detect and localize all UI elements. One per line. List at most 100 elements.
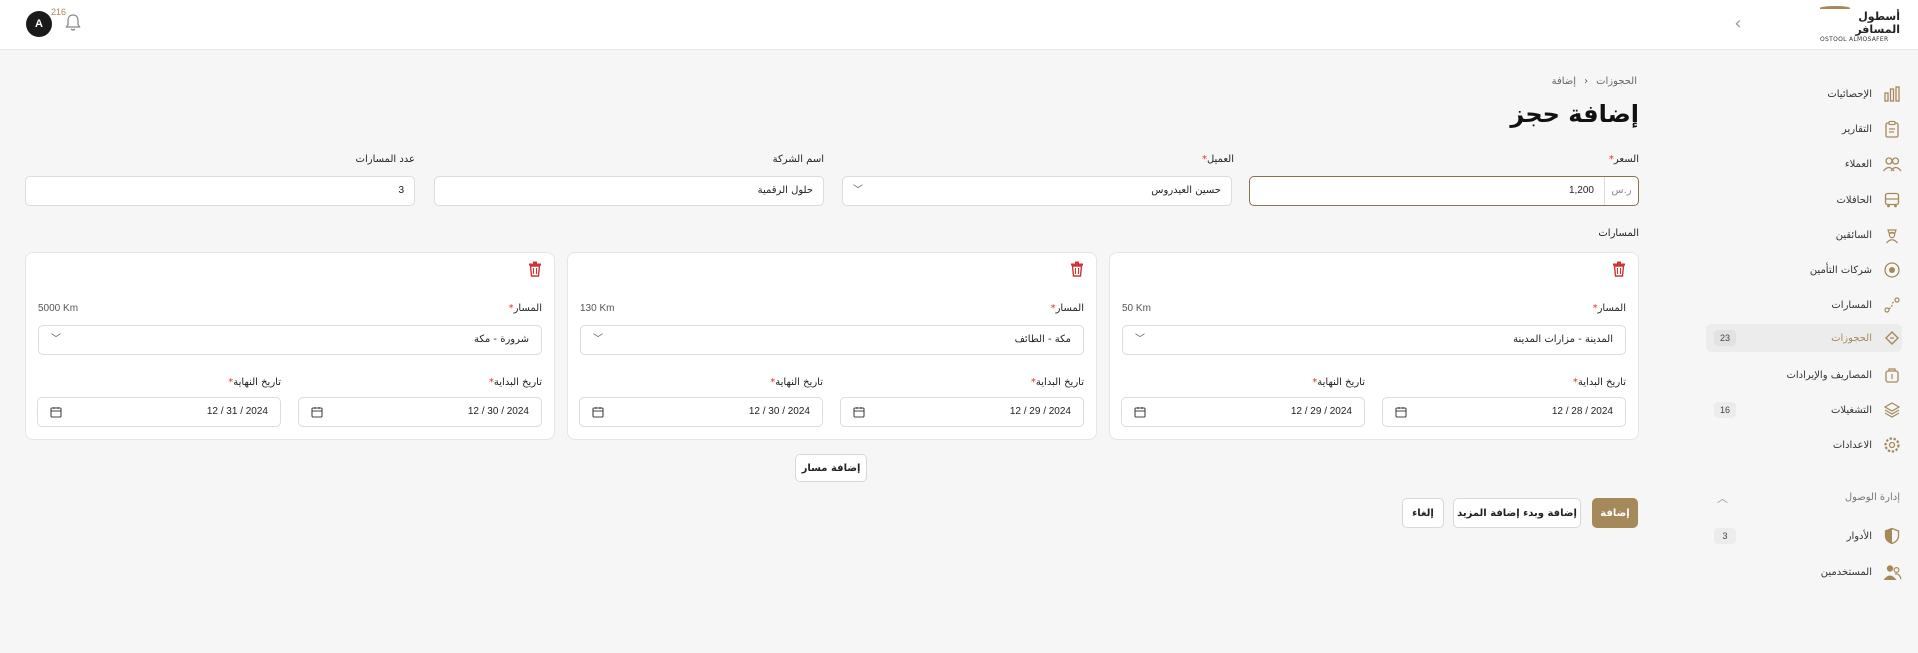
start-date-field[interactable]: 12 / 30 / 2024: [298, 397, 542, 427]
route-label: المسار*: [508, 303, 542, 314]
breadcrumb-current: إضافة: [1551, 76, 1577, 87]
sidebar-item-label: المصاريف والإيرادات: [1786, 369, 1872, 381]
statistics-icon: [1882, 84, 1902, 104]
end-date-field[interactable]: 12 / 31 / 2024: [37, 397, 281, 427]
route-distance: 5000 Km: [38, 303, 79, 314]
sidebar-item-clients[interactable]: العملاء: [1706, 150, 1902, 178]
brand-name-en: OSTOOL ALMOSAFER: [1820, 36, 1889, 43]
sidebar-item-expenses[interactable]: المصاريف والإيرادات: [1706, 361, 1902, 389]
main-content: الحجوزات ‹ إضافة إضافة حجز السعر* ر.س 1,…: [0, 50, 1690, 653]
sidebar-item-label: شركات التأمين: [1809, 264, 1872, 276]
ticket-icon: [1882, 328, 1902, 348]
breadcrumb-parent-link[interactable]: الحجوزات: [1596, 76, 1637, 87]
routes-count-input[interactable]: 3: [25, 176, 415, 206]
sidebar-item-users[interactable]: المستخدمين: [1706, 558, 1902, 586]
start-date-label: تاريخ البداية*: [1030, 377, 1084, 388]
users-icon: [1882, 562, 1902, 582]
price-field[interactable]: ر.س 1,200: [1249, 176, 1639, 206]
sidebar-item-label: المستخدمين: [1820, 566, 1872, 578]
route-label: المسار*: [1050, 303, 1084, 314]
trash-icon[interactable]: [1612, 261, 1626, 277]
sidebar-item-label: الإحصائيات: [1827, 88, 1872, 100]
submit-and-add-more-button[interactable]: إضافة وبدء إضافة المزيد: [1453, 498, 1581, 528]
currency-unit: ر.س: [1604, 177, 1638, 205]
cancel-button[interactable]: إلغاء: [1402, 498, 1444, 528]
route-value: المدينة - مزارات المدينة: [1513, 334, 1613, 345]
breadcrumb: الحجوزات ‹ إضافة: [1552, 76, 1637, 87]
calendar-icon: [853, 406, 865, 418]
sidebar-item-settings[interactable]: الاعدادات: [1706, 431, 1902, 459]
start-date-value: 12 / 30 / 2024: [467, 406, 529, 417]
end-date-label: تاريخ النهاية*: [1312, 377, 1365, 388]
brand-logo[interactable]: أسطول المسافر OSTOOL ALMOSAFER: [1820, 6, 1900, 44]
sidebar-item-label: السائقين: [1835, 229, 1872, 241]
sidebar-item-label: الحافلات: [1836, 194, 1873, 206]
routes-icon: [1882, 295, 1902, 315]
company-input[interactable]: حلول الرقمية: [434, 176, 824, 206]
bell-icon[interactable]: [64, 13, 82, 33]
route-value: مكة - الطائف: [1014, 334, 1071, 345]
calendar-icon: [311, 406, 323, 418]
end-date-label: تاريخ النهاية*: [228, 377, 281, 388]
sidebar-item-label: الحجوزات: [1831, 332, 1872, 344]
avatar[interactable]: A: [26, 11, 52, 37]
end-date-field[interactable]: 12 / 30 / 2024: [579, 397, 823, 427]
route-select[interactable]: المدينة - مزارات المدينة ﹀: [1122, 325, 1626, 355]
add-route-button[interactable]: إضافة مسار: [795, 454, 867, 482]
start-date-label: تاريخ البداية*: [488, 377, 542, 388]
sidebar-item-reports[interactable]: التقارير: [1706, 115, 1902, 143]
sidebar-item-roles[interactable]: الأدوار 3: [1706, 522, 1902, 550]
chevron-down-icon: ﹀: [593, 334, 603, 345]
submit-button[interactable]: إضافة: [1592, 498, 1638, 528]
count-badge: 3: [1714, 528, 1736, 544]
chevron-right-icon[interactable]: ›: [1728, 14, 1748, 34]
route-value: شرورة - مكة: [474, 334, 529, 345]
clients-icon: [1882, 154, 1902, 174]
sidebar-item-label: الاعدادات: [1832, 439, 1872, 451]
start-date-value: 12 / 29 / 2024: [1009, 406, 1071, 417]
price-value: 1,200: [1568, 185, 1594, 196]
sidebar-item-label: التشغيلات: [1831, 404, 1872, 416]
end-date-value: 12 / 30 / 2024: [748, 406, 810, 417]
brand-name-ar: أسطول المسافر: [1855, 10, 1900, 36]
sidebar-item-routes[interactable]: المسارات: [1706, 291, 1902, 319]
route-card: المسار* 5000 Km شرورة - مكة ﹀ تاريخ البد…: [25, 252, 555, 440]
sidebar-item-label: الأدوار: [1846, 530, 1872, 542]
start-date-field[interactable]: 12 / 28 / 2024: [1382, 397, 1626, 427]
sidebar-item-label: العملاء: [1844, 158, 1872, 170]
calendar-icon: [1134, 406, 1146, 418]
routes-count-label: عدد المسارات: [355, 154, 415, 165]
route-distance: 50 Km: [1122, 303, 1151, 314]
trash-icon[interactable]: [1070, 261, 1084, 277]
sidebar-item-statistics[interactable]: الإحصائيات: [1706, 80, 1902, 108]
client-select[interactable]: حسين العيدروس ﹀: [842, 176, 1232, 206]
route-select[interactable]: شرورة - مكة ﹀: [38, 325, 542, 355]
start-date-field[interactable]: 12 / 29 / 2024: [840, 397, 1084, 427]
end-date-value: 12 / 31 / 2024: [206, 406, 268, 417]
chevron-up-icon[interactable]: ︿: [1717, 490, 1728, 506]
sidebar-item-drivers[interactable]: السائقين: [1706, 221, 1902, 249]
routes-count-value: 3: [398, 185, 404, 196]
driver-icon: [1882, 225, 1902, 245]
count-badge: 23: [1714, 330, 1736, 346]
end-date-label: تاريخ النهاية*: [770, 377, 823, 388]
wallet-icon: [1882, 365, 1902, 385]
layers-icon: [1882, 400, 1902, 420]
trash-icon[interactable]: [528, 261, 542, 277]
price-label: السعر*: [1608, 154, 1639, 165]
company-value: حلول الرقمية: [757, 185, 813, 196]
sidebar-item-operations[interactable]: التشغيلات 16: [1706, 396, 1902, 424]
sidebar-item-label: المسارات: [1831, 299, 1872, 311]
routes-section-title: المسارات: [1598, 228, 1639, 239]
access-section-label: إدارة الوصول: [1844, 492, 1900, 503]
route-select[interactable]: مكة - الطائف ﹀: [580, 325, 1084, 355]
sidebar-item-buses[interactable]: الحافلات: [1706, 186, 1902, 214]
chevron-left-icon: ‹: [1584, 76, 1589, 87]
sidebar-item-bookings[interactable]: الحجوزات 23: [1706, 324, 1902, 352]
calendar-icon: [592, 406, 604, 418]
end-date-field[interactable]: 12 / 29 / 2024: [1121, 397, 1365, 427]
route-distance: 130 Km: [580, 303, 615, 314]
sidebar-item-insurance[interactable]: شركات التأمين: [1706, 256, 1902, 284]
shield-icon: [1882, 526, 1902, 546]
start-date-label: تاريخ البداية*: [1572, 377, 1626, 388]
